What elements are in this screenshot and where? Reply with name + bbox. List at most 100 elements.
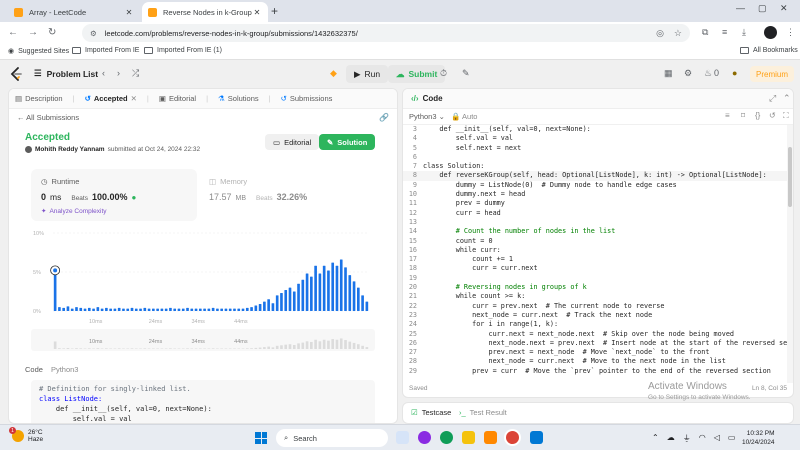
download-icon[interactable]: ⤓ <box>742 27 746 38</box>
run-button[interactable]: ▶ Run <box>346 65 389 83</box>
bookmark-imported-ie-1[interactable]: Imported From IE (1) <box>144 47 222 54</box>
analyze-complexity-link[interactable]: ✦ Analyze Complexity <box>41 207 107 216</box>
code-line[interactable]: 20 # Reversing nodes in groups of k <box>403 283 793 292</box>
collapse-icon[interactable]: ⌃ <box>783 93 791 104</box>
weather-widget[interactable]: 1 26°C Haze <box>9 427 43 443</box>
code-line[interactable]: 11 prev = dummy <box>403 199 793 208</box>
timer-icon[interactable]: ⏱ <box>440 68 447 79</box>
share-link-icon[interactable]: 🔗 <box>379 113 389 122</box>
code-line[interactable]: 12 curr = head <box>403 209 793 218</box>
code-line[interactable]: 13 <box>403 218 793 227</box>
code-line[interactable]: 3 def __init__(self, val=0, next=None): <box>403 125 793 134</box>
site-info-icon[interactable]: ⚙ <box>90 29 97 38</box>
code-line[interactable]: 25 curr.next = next_node.next # Skip ove… <box>403 330 793 339</box>
fullscreen-icon[interactable]: ⛶ <box>783 111 789 121</box>
window-close-icon[interactable]: ✕ <box>780 3 788 14</box>
code-line[interactable]: 10 dummy.next = head <box>403 190 793 199</box>
browser-tab-reverse-nodes[interactable]: Reverse Nodes in k-Group - Le ✕ <box>142 2 268 22</box>
close-icon[interactable]: ✕ <box>252 8 262 17</box>
all-bookmarks[interactable]: All Bookmarks <box>740 47 798 54</box>
tab-submissions[interactable]: ↺ Submissions <box>281 94 333 103</box>
expand-icon[interactable]: ⤢ <box>769 93 776 104</box>
chart-range-slider[interactable]: 10ms 24ms 34ms 44ms <box>31 329 375 351</box>
back-icon[interactable]: ← <box>8 27 18 38</box>
close-icon[interactable]: ✕ <box>131 94 137 103</box>
code-line[interactable]: 29 prev = curr # Move the `prev` pointer… <box>403 367 793 376</box>
runtime-card[interactable]: ◷ Runtime 0 ms Beats 100.00% ● ✦ Analyze… <box>31 169 197 221</box>
code-line[interactable]: 27 prev.next = next_node # Move `next_no… <box>403 348 793 357</box>
edge-icon[interactable] <box>440 431 453 444</box>
code-line[interactable]: 19 <box>403 274 793 283</box>
reload-icon[interactable]: ↻ <box>48 27 56 38</box>
code-line[interactable]: 5 self.next = next <box>403 144 793 153</box>
code-line[interactable]: 17 count += 1 <box>403 255 793 264</box>
author-name[interactable]: Mohith Reddy Yannam <box>35 146 105 153</box>
code-line[interactable]: 7 class Solution: <box>403 162 793 171</box>
layout-icon[interactable]: ▦ <box>664 68 673 79</box>
minimize-icon[interactable]: — <box>736 3 745 13</box>
tab-editorial[interactable]: ▣ Editorial <box>159 94 196 103</box>
code-line[interactable]: 23 next_node = curr.next # Track the nex… <box>403 311 793 320</box>
bookmark-icon[interactable]: ⌑ <box>741 111 745 120</box>
cloud-icon[interactable]: ☁ <box>667 433 675 444</box>
chevron-up-icon[interactable]: ⌃ <box>652 433 659 444</box>
bookmark-imported-ie[interactable]: Imported From IE <box>72 47 139 54</box>
eye-off-icon[interactable]: ◎ <box>656 28 664 39</box>
tab-description[interactable]: ▤ Description <box>15 94 63 103</box>
tab-testcase[interactable]: ☑ Testcase <box>411 408 451 417</box>
code-line[interactable]: 21 while count >= k: <box>403 292 793 301</box>
reset-icon[interactable]: ↺ <box>769 111 776 120</box>
problem-list-button[interactable]: ☰ Problem List <box>34 68 98 79</box>
tab-accepted[interactable]: ↺ Accepted ✕ <box>85 94 137 103</box>
all-submissions-link[interactable]: ← All Submissions <box>17 113 79 122</box>
chrome-icon[interactable] <box>506 431 519 444</box>
streak-fire-icon[interactable]: ♨ <box>704 68 712 79</box>
bookmark-star-icon[interactable]: ☆ <box>674 28 682 39</box>
code-line[interactable]: 9 dummy = ListNode(0) # Dummy node to ha… <box>403 181 793 190</box>
tab-test-result[interactable]: ›_ Test Result <box>459 408 507 417</box>
bookmark-suggested-sites[interactable]: ◉ Suggested Sites <box>8 47 69 56</box>
braces-icon[interactable]: {} <box>755 111 760 120</box>
profile-avatar[interactable] <box>764 26 777 39</box>
submit-button[interactable]: ☁ Submit <box>388 65 446 83</box>
submitted-code-preview[interactable]: # Definition for singly-linked list. cla… <box>31 380 375 423</box>
wifi-icon[interactable]: ◠ <box>699 433 706 444</box>
vscode-icon[interactable] <box>530 431 543 444</box>
menu-list-icon[interactable]: ≡ <box>722 27 727 37</box>
taskbar-search[interactable]: ⌕ Search <box>276 429 388 447</box>
kebab-menu-icon[interactable]: ⋮ <box>786 27 795 38</box>
language-select[interactable]: Python3 ⌄ <box>409 112 445 121</box>
code-line[interactable]: 18 curr = curr.next <box>403 264 793 273</box>
code-editor[interactable]: 3 def __init__(self, val=0, next=None): 4… <box>403 125 793 383</box>
new-tab-icon[interactable]: + <box>271 4 278 18</box>
code-line[interactable]: 24 for i in range(1, k): <box>403 320 793 329</box>
settings-gear-icon[interactable]: ⚙ <box>684 68 692 79</box>
taskbar-clock[interactable]: 10:32 PM 10/24/2024 <box>742 429 775 447</box>
editor-scrollbar[interactable] <box>787 125 793 383</box>
leetcode-logo[interactable] <box>10 67 22 81</box>
scrollbar-thumb[interactable] <box>788 147 792 207</box>
shuffle-icon[interactable]: ⤮ <box>132 68 139 79</box>
note-icon[interactable]: ✎ <box>462 68 470 79</box>
browser-tab-array[interactable]: Array - LeetCode ✕ <box>8 2 140 22</box>
code-line[interactable]: 8 def reverseKGroup(self, head: Optional… <box>403 171 793 181</box>
windows-start-icon[interactable] <box>255 432 267 444</box>
solution-button[interactable]: ✎ Solution <box>319 134 376 150</box>
runtime-distribution-chart[interactable]: 10% 5% 0% 10ms 24ms 34ms 44ms <box>31 227 375 327</box>
editorial-button[interactable]: ▭ Editorial <box>265 134 320 150</box>
prev-problem-icon[interactable]: ‹ <box>102 68 105 78</box>
extensions-icon[interactable]: ⧉ <box>702 27 708 38</box>
premium-button[interactable]: Premium <box>750 66 795 82</box>
code-line[interactable]: 22 curr = prev.next # The current node t… <box>403 302 793 311</box>
code-line[interactable]: 26 next_node.next = prev.next # Insert n… <box>403 339 793 348</box>
copilot-icon[interactable] <box>418 431 431 444</box>
code-line[interactable]: 15 count = 0 <box>403 237 793 246</box>
format-icon[interactable]: ≡ <box>725 111 730 120</box>
forward-icon[interactable]: → <box>28 27 38 38</box>
code-line[interactable]: 6 <box>403 153 793 162</box>
debug-icon[interactable]: ◆ <box>330 68 337 79</box>
next-problem-icon[interactable]: › <box>117 68 120 78</box>
code-line[interactable]: 16 while curr: <box>403 246 793 255</box>
address-bar[interactable]: ⚙ leetcode.com/problems/reverse-nodes-in… <box>82 24 690 42</box>
close-icon[interactable]: ✕ <box>124 8 134 17</box>
